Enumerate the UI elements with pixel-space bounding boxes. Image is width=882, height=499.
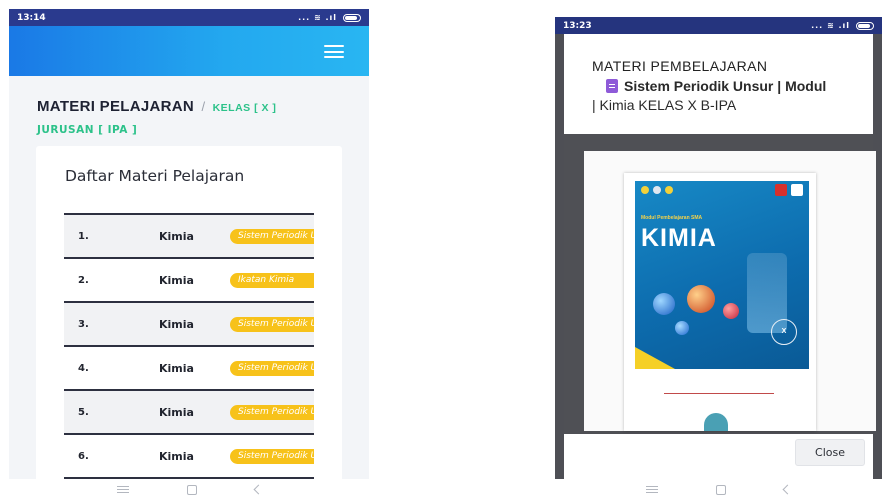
status-time: 13:23 <box>563 20 592 31</box>
status-icons: ... ≋ .ıl <box>811 21 874 30</box>
book-cover: Modul Pembelajaran SMA KIMIA X <box>635 181 809 369</box>
materi-badge-link[interactable]: Sistem Periodik Unsur <box>230 448 314 464</box>
battery-icon <box>343 13 361 22</box>
app-bar <box>9 26 369 76</box>
materi-badge-link[interactable]: Ikatan Kimia <box>230 272 314 288</box>
table-row: 4. Kimia Sistem Periodik Unsur <box>64 345 314 389</box>
signal-icon: ... ≋ .ıl <box>811 21 850 30</box>
page-heading: MATERI PELAJARAN / KELAS [ X ] JURUSAN [… <box>9 76 369 137</box>
materi-badge-link[interactable]: Sistem Periodik Unsur <box>230 316 314 332</box>
row-subject: Kimia <box>159 273 194 287</box>
kelas-badge-value: X <box>781 328 787 335</box>
molecule-illustration <box>653 293 675 315</box>
materi-card: Daftar Materi Pelajaran 1. Kimia Sistem … <box>36 146 342 479</box>
table-row <box>64 477 314 479</box>
molecule-illustration <box>723 303 739 319</box>
table-row: 2. Kimia Ikatan Kimia <box>64 257 314 301</box>
row-number: 6. <box>78 450 89 462</box>
materi-table: 1. Kimia Sistem Periodik Unsur 2. Kimia … <box>64 213 314 479</box>
row-number: 3. <box>78 318 89 330</box>
cover-logo <box>775 184 787 196</box>
phone-screen-materi-list: 13:14 ... ≋ .ıl MATERI PELAJARAN / KELAS… <box>9 9 369 479</box>
cover-logo <box>791 184 803 196</box>
document-title-line1: Sistem Periodik Unsur | Modul <box>624 78 827 94</box>
cover-logos <box>641 186 701 194</box>
kelas-label: KELAS [ X ] <box>212 102 277 114</box>
table-row: 3. Kimia Sistem Periodik Unsur <box>64 301 314 345</box>
materi-badge-link[interactable]: Sistem Periodik Unsur <box>230 228 314 244</box>
modal-title: MATERI PEMBELAJARAN <box>592 58 768 74</box>
table-row: 6. Kimia Sistem Periodik Unsur <box>64 433 314 477</box>
next-page-rule <box>664 393 774 394</box>
document-icon <box>606 79 618 93</box>
row-subject: Kimia <box>159 229 194 243</box>
row-subject: Kimia <box>159 449 194 463</box>
row-number: 5. <box>78 406 89 418</box>
kelas-badge: X <box>771 319 797 345</box>
document-viewer[interactable]: Modul Pembelajaran SMA KIMIA X <box>584 151 876 431</box>
system-nav-bar <box>555 480 882 499</box>
document-title: Sistem Periodik Unsur | Modul | Kimia KE… <box>592 77 862 115</box>
home-icon[interactable] <box>186 484 197 495</box>
materi-badge-link[interactable]: Sistem Periodik Unsur <box>230 404 314 420</box>
table-row: 5. Kimia Sistem Periodik Unsur <box>64 389 314 433</box>
phone-screen-materi-modal: 13:23 ... ≋ .ıl MATERI PEMBELAJARAN Sist… <box>555 17 882 479</box>
recent-apps-icon[interactable] <box>646 486 658 493</box>
back-icon[interactable] <box>782 484 793 495</box>
system-nav-bar <box>9 480 369 499</box>
status-bar: 13:14 ... ≋ .ıl <box>9 9 369 26</box>
battery-icon <box>856 21 874 30</box>
row-number: 2. <box>78 274 89 286</box>
row-subject: Kimia <box>159 317 194 331</box>
row-subject: Kimia <box>159 361 194 375</box>
home-icon[interactable] <box>716 484 726 495</box>
emblem-icon <box>704 413 728 431</box>
molecule-illustration <box>675 321 689 335</box>
back-icon[interactable] <box>253 484 263 495</box>
page-title: MATERI PELAJARAN <box>37 98 195 115</box>
cover-title: KIMIA <box>641 224 717 252</box>
row-subject: Kimia <box>159 405 194 419</box>
menu-icon[interactable] <box>324 45 344 58</box>
materi-badge-link[interactable]: Sistem Periodik Unsur <box>230 360 314 376</box>
row-number: 1. <box>78 230 89 242</box>
molecule-illustration <box>687 285 715 313</box>
jurusan-label: JURUSAN [ IPA ] <box>37 124 138 136</box>
status-icons: ... ≋ .ıl <box>298 13 361 22</box>
recent-apps-icon[interactable] <box>116 486 129 493</box>
modal-footer: Close <box>564 434 873 479</box>
title-separator: / <box>201 99 206 114</box>
document-title-line2: | Kimia KELAS X B-IPA <box>592 97 737 113</box>
modal-header: MATERI PEMBELAJARAN Sistem Periodik Unsu… <box>564 34 873 134</box>
table-row: 1. Kimia Sistem Periodik Unsur <box>64 213 314 257</box>
card-title: Daftar Materi Pelajaran <box>65 167 245 185</box>
document-viewer-area: Modul Pembelajaran SMA KIMIA X <box>564 134 876 434</box>
cover-accent <box>635 347 675 369</box>
close-button[interactable]: Close <box>795 439 865 466</box>
cover-subtitle: Modul Pembelajaran SMA <box>641 215 703 221</box>
status-time: 13:14 <box>17 12 46 23</box>
signal-icon: ... ≋ .ıl <box>298 13 337 22</box>
status-bar: 13:23 ... ≋ .ıl <box>555 17 882 34</box>
row-number: 4. <box>78 362 89 374</box>
document-page: Modul Pembelajaran SMA KIMIA X <box>624 173 816 431</box>
